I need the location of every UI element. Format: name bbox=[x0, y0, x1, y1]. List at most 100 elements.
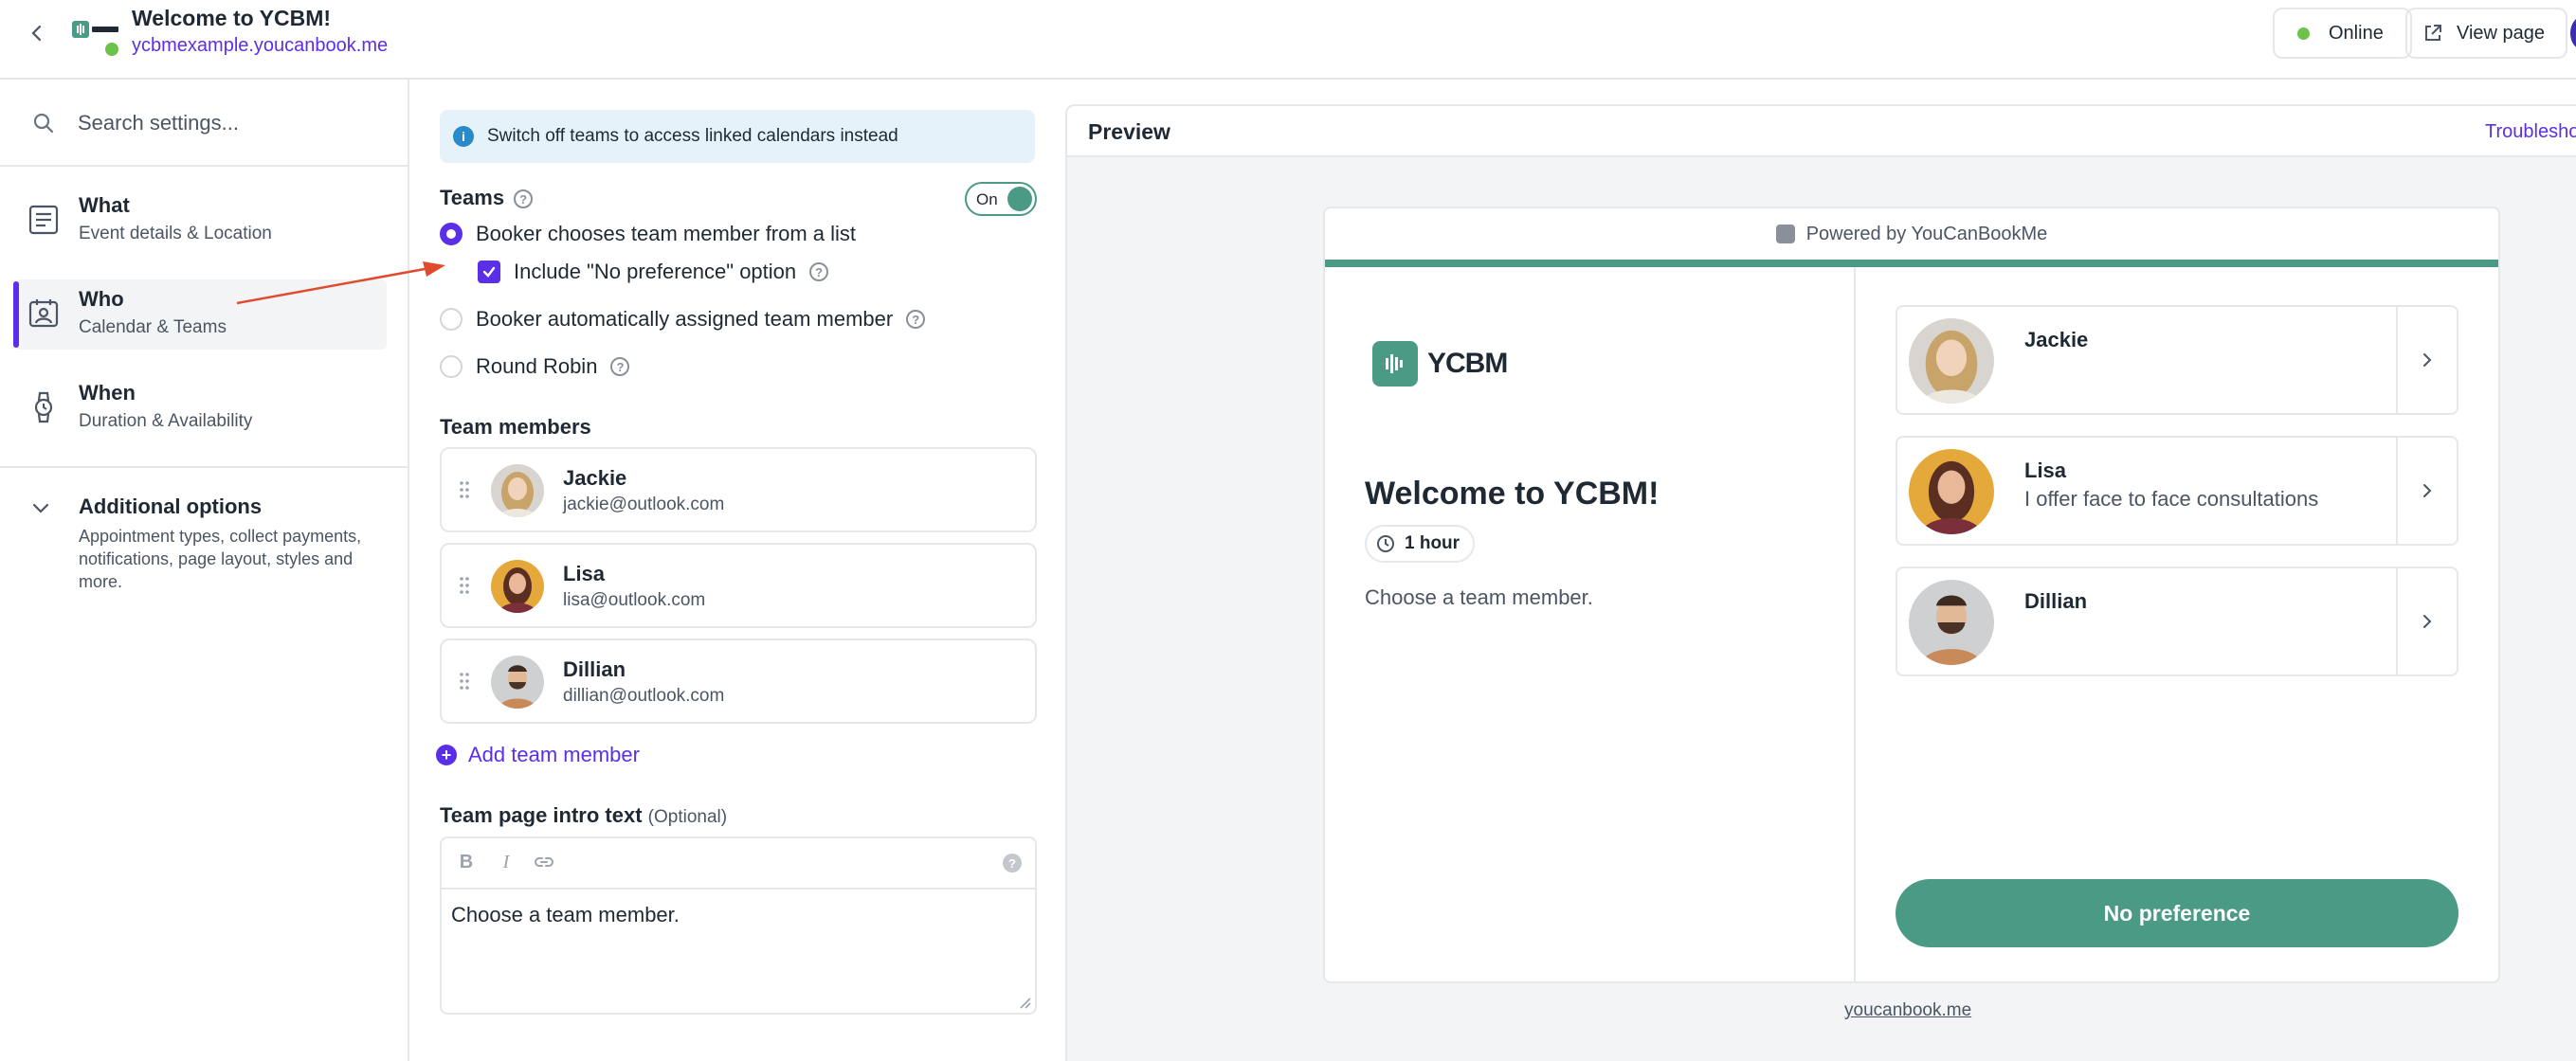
chevron-right-button[interactable] bbox=[2396, 568, 2457, 674]
online-indicator-dot bbox=[102, 40, 121, 59]
optional-label: (Optional) bbox=[647, 807, 728, 827]
top-bar: Welcome to YCBM! ycbmexample.youcanbook.… bbox=[0, 0, 2576, 80]
search-settings-input[interactable] bbox=[78, 104, 390, 142]
resize-handle-icon bbox=[1020, 998, 1031, 1009]
link-button[interactable] bbox=[533, 852, 555, 878]
help-icon[interactable]: ? bbox=[906, 310, 926, 329]
booking-page-url[interactable]: ycbmexample.youcanbook.me bbox=[132, 35, 388, 57]
team-member-option[interactable]: Dillian bbox=[1896, 566, 2458, 676]
status-label: Online bbox=[2329, 22, 2384, 44]
ycbm-logo: YCBM bbox=[1372, 341, 1508, 387]
intro-text-label: Team page intro text (Optional) bbox=[440, 803, 727, 828]
sidebar-item-subtitle: Calendar & Teams bbox=[79, 317, 227, 337]
sidebar-divider bbox=[0, 466, 408, 468]
who-icon bbox=[28, 299, 59, 328]
chevron-right-button[interactable] bbox=[2396, 307, 2457, 413]
help-icon[interactable]: ? bbox=[809, 262, 829, 281]
view-page-button[interactable]: View page bbox=[2405, 8, 2568, 59]
external-link-icon bbox=[2425, 25, 2441, 41]
no-preference-checkbox-row[interactable]: Include "No preference" option ? bbox=[478, 260, 829, 284]
radio-unselected-icon[interactable] bbox=[440, 355, 463, 378]
ycbm-logo-icon bbox=[1372, 341, 1418, 387]
chevron-right-button[interactable] bbox=[2396, 438, 2457, 544]
info-banner-text: Switch off teams to access linked calend… bbox=[487, 126, 898, 146]
duration-text: 1 hour bbox=[1405, 533, 1460, 553]
team-member-card[interactable]: Dillian dillian@outlook.com bbox=[440, 638, 1037, 724]
team-member-option[interactable]: Lisa I offer face to face consultations bbox=[1896, 436, 2458, 546]
what-icon bbox=[28, 205, 59, 235]
intro-text-content[interactable]: Choose a team member. bbox=[451, 903, 680, 927]
add-team-member-button[interactable]: + Add team member bbox=[436, 743, 640, 767]
member-name: Jackie bbox=[2024, 328, 2089, 351]
sidebar-item-when[interactable]: When Duration & Availability bbox=[13, 373, 387, 443]
sidebar-item-who[interactable]: Who Calendar & Teams bbox=[13, 279, 387, 350]
bold-button[interactable]: B bbox=[455, 852, 478, 873]
chevron-right-icon bbox=[2423, 353, 2432, 367]
preview-panel: Preview Troubleshoot Powered by YouCanBo… bbox=[1065, 104, 2576, 1061]
member-name: Dillian bbox=[563, 657, 626, 681]
search-row bbox=[0, 80, 408, 167]
radio-label: Booker automatically assigned team membe… bbox=[476, 307, 894, 331]
teams-label-text: Teams bbox=[440, 186, 505, 209]
team-member-card[interactable]: Lisa lisa@outlook.com bbox=[440, 543, 1037, 628]
drag-handle-icon bbox=[460, 577, 469, 594]
member-name: Dillian bbox=[2024, 589, 2088, 613]
ycbm-small-icon bbox=[1775, 225, 1795, 243]
preview-header: Preview Troubleshoot bbox=[1067, 106, 2576, 157]
sidebar-item-what[interactable]: What Event details & Location bbox=[13, 186, 387, 256]
member-description: I offer face to face consultations bbox=[2024, 487, 2319, 511]
radio-booker-chooses-list[interactable]: Booker chooses team member from a list bbox=[440, 222, 856, 246]
team-member-card[interactable]: Jackie jackie@outlook.com bbox=[440, 447, 1037, 532]
page-title: Welcome to YCBM! bbox=[132, 6, 332, 30]
chevron-right-icon bbox=[2423, 615, 2432, 628]
radio-label: Booker chooses team member from a list bbox=[476, 222, 857, 245]
help-icon[interactable]: ? bbox=[610, 357, 630, 376]
avatar bbox=[491, 560, 544, 613]
italic-button[interactable]: I bbox=[495, 852, 517, 873]
sidebar-item-label: Who bbox=[79, 287, 124, 311]
radio-round-robin[interactable]: Round Robin ? bbox=[440, 354, 630, 379]
help-icon[interactable]: ? bbox=[514, 189, 534, 209]
avatar bbox=[491, 656, 544, 709]
team-member-option[interactable]: Jackie bbox=[1896, 305, 2458, 415]
back-button[interactable] bbox=[23, 19, 51, 47]
duration-badge: 1 hour bbox=[1365, 525, 1476, 563]
toggle-label: On bbox=[976, 190, 998, 208]
member-email: jackie@outlook.com bbox=[563, 495, 725, 514]
powered-by-banner: Powered by YouCanBookMe bbox=[1325, 208, 2498, 260]
troubleshoot-link[interactable]: Troubleshoot bbox=[2485, 121, 2576, 143]
radio-unselected-icon[interactable] bbox=[440, 308, 463, 331]
checkbox-label: Include "No preference" option bbox=[514, 260, 797, 283]
avatar bbox=[1909, 580, 1994, 665]
teams-label: Teams? bbox=[440, 186, 534, 210]
powered-by-text: Powered by YouCanBookMe bbox=[1805, 223, 2048, 244]
member-name: Lisa bbox=[2024, 459, 2067, 482]
intro-text-editor: B I ? Choose a team member. bbox=[440, 836, 1037, 1015]
online-status-button[interactable]: Online bbox=[2273, 8, 2412, 59]
youcanbookme-footer-link[interactable]: youcanbook.me bbox=[1844, 1000, 1971, 1021]
sidebar-item-additional-options[interactable]: Additional options Appointment types, co… bbox=[13, 493, 387, 597]
team-members-label: Team members bbox=[440, 415, 591, 439]
booking-info-column: YCBM Welcome to YCBM! 1 hour Choose a te… bbox=[1325, 267, 1856, 981]
view-page-label: View page bbox=[2457, 22, 2546, 44]
accent-bar bbox=[1325, 260, 2498, 267]
member-email: dillian@outlook.com bbox=[563, 686, 725, 706]
member-name: Lisa bbox=[563, 562, 606, 585]
sidebar-item-label: Additional options bbox=[79, 495, 263, 518]
info-icon: i bbox=[453, 126, 474, 147]
no-preference-button[interactable]: No preference bbox=[1896, 879, 2458, 947]
help-icon[interactable]: ? bbox=[1003, 854, 1022, 872]
checkbox-checked-icon[interactable] bbox=[478, 261, 500, 283]
user-avatar[interactable] bbox=[2570, 17, 2576, 49]
drag-handle-icon bbox=[460, 673, 469, 690]
ycbm-logo-icon bbox=[72, 19, 121, 42]
member-email: lisa@outlook.com bbox=[563, 590, 706, 610]
sidebar-item-label: What bbox=[79, 193, 130, 217]
avatar bbox=[1909, 449, 1994, 534]
radio-selected-icon[interactable] bbox=[440, 223, 463, 245]
toggle-knob bbox=[1007, 187, 1032, 211]
radio-auto-assigned[interactable]: Booker automatically assigned team membe… bbox=[440, 307, 926, 332]
settings-sidebar: What Event details & Location Who Calend… bbox=[0, 80, 409, 1061]
booking-title: Welcome to YCBM! bbox=[1365, 476, 1660, 512]
teams-toggle[interactable]: On bbox=[965, 182, 1037, 216]
